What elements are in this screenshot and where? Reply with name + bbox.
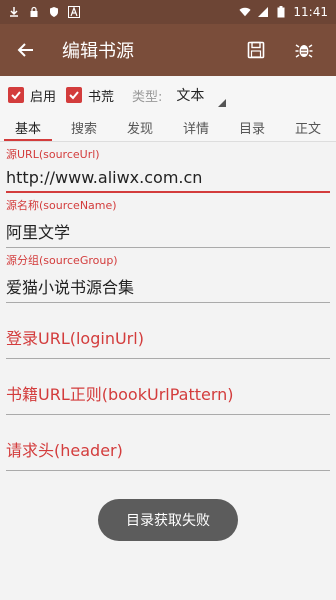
type-select[interactable]: 文本 <box>174 83 227 107</box>
header-field[interactable]: 请求头(header) <box>6 415 330 471</box>
back-button[interactable] <box>10 34 42 66</box>
checkbox-checked-icon <box>66 87 83 103</box>
source-name-field: 源名称(sourceName) 阿里文学 <box>6 193 330 248</box>
source-group-field: 源分组(sourceGroup) 爱猫小说书源合集 <box>6 248 330 303</box>
checkbox-checked-icon <box>8 87 24 103</box>
tab-toc[interactable]: 目录 <box>224 114 280 141</box>
book-label: 书荒 <box>88 89 115 105</box>
source-url-label: 源URL(sourceUrl) <box>6 148 100 161</box>
bug-icon <box>295 44 313 58</box>
form: 源URL(sourceUrl) http://www.aliwx.com.cn … <box>0 142 336 471</box>
type-value: 文本 <box>176 88 205 104</box>
type-label: 类型: <box>132 89 163 105</box>
enable-checkbox[interactable]: 启用 <box>8 86 56 105</box>
book-url-pattern-placeholder: 书籍URL正则(bookUrlPattern) <box>6 385 234 404</box>
book-checkbox[interactable]: 书荒 <box>66 86 114 105</box>
login-url-field[interactable]: 登录URL(loginUrl) <box>6 303 330 359</box>
options-row: 启用 书荒 类型: 文本 <box>0 76 336 114</box>
download-icon <box>8 6 20 18</box>
source-name-input[interactable]: 阿里文学 <box>6 213 330 248</box>
source-group-input[interactable]: 爱猫小说书源合集 <box>6 268 330 303</box>
page-title: 编辑书源 <box>62 41 134 62</box>
tab-content[interactable]: 正文 <box>280 114 336 141</box>
shield-icon <box>48 6 60 18</box>
clock: 11:41 <box>293 5 328 19</box>
tab-search[interactable]: 搜索 <box>56 114 112 141</box>
header-placeholder: 请求头(header) <box>6 441 123 460</box>
source-url-field: 源URL(sourceUrl) http://www.aliwx.com.cn <box>6 142 330 193</box>
status-bar: 11:41 <box>0 0 336 24</box>
login-url-placeholder: 登录URL(loginUrl) <box>6 329 144 348</box>
wifi-icon <box>239 6 251 18</box>
app-bar: 编辑书源 <box>0 24 336 76</box>
debug-button[interactable] <box>292 38 316 62</box>
save-icon <box>247 41 265 59</box>
battery-icon <box>275 6 287 18</box>
dropdown-triangle-icon <box>218 99 227 107</box>
a-icon <box>68 6 80 18</box>
arrow-back-icon <box>17 43 33 57</box>
save-button[interactable] <box>244 38 268 62</box>
source-url-input[interactable]: http://www.aliwx.com.cn <box>6 162 330 193</box>
tab-detail[interactable]: 详情 <box>168 114 224 141</box>
toast: 目录获取失败 <box>98 499 238 541</box>
enable-label: 启用 <box>30 89 57 105</box>
lock-icon <box>28 6 40 18</box>
tab-bar: 基本 搜索 发现 详情 目录 正文 <box>0 114 336 142</box>
book-url-pattern-field[interactable]: 书籍URL正则(bookUrlPattern) <box>6 359 330 415</box>
tab-discover[interactable]: 发现 <box>112 114 168 141</box>
underline <box>6 470 330 471</box>
tab-basic[interactable]: 基本 <box>0 114 56 141</box>
signal-icon <box>257 6 269 18</box>
source-name-label: 源名称(sourceName) <box>6 199 117 212</box>
source-group-label: 源分组(sourceGroup) <box>6 254 118 267</box>
